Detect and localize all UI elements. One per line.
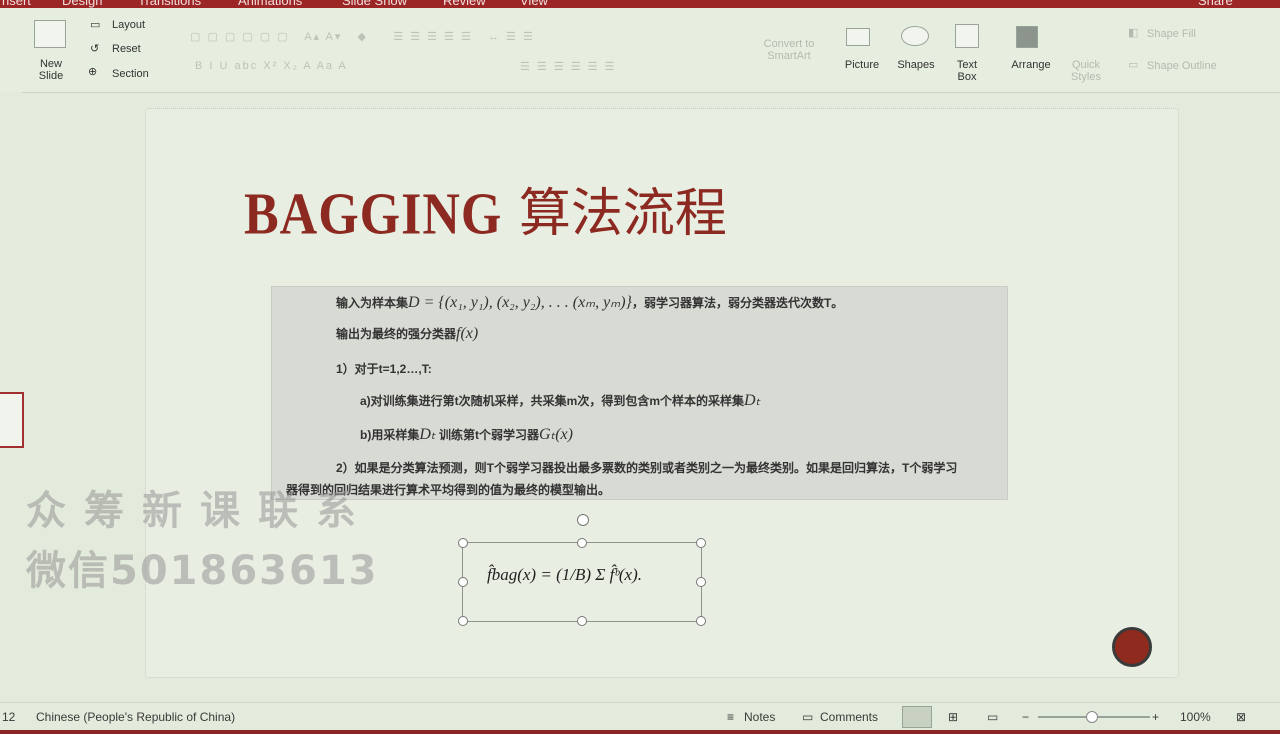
menu-design[interactable]: Design <box>62 0 102 8</box>
section-icon: ⊕ <box>88 66 98 78</box>
text-box-button[interactable]: Text Box <box>944 59 990 83</box>
section-button[interactable]: Section <box>112 68 149 80</box>
resize-handle[interactable] <box>696 538 706 548</box>
watermark-line-1: 众筹新课联系 <box>26 488 374 534</box>
resize-handle[interactable] <box>696 616 706 626</box>
text-box-icon[interactable] <box>955 24 979 48</box>
algorithm-textbox[interactable]: 输入为样本集D = {(x₁, y₁), (x₂, y₂), . . . (xₘ… <box>271 286 1008 500</box>
slide-title[interactable]: BAGGING 算法流程 <box>244 171 727 248</box>
shape-fill-button[interactable]: Shape Fill <box>1147 28 1196 40</box>
arrange-icon[interactable] <box>1016 26 1038 48</box>
title-latin: BAGGING <box>244 181 503 248</box>
menu-review[interactable]: Review <box>443 0 486 8</box>
menu-insert[interactable]: nsert <box>2 0 31 8</box>
step-1-line: 1）对于t=1,2…,T: <box>336 362 432 376</box>
layout-button[interactable]: Layout <box>112 19 145 31</box>
language-indicator[interactable]: Chinese (People's Republic of China) <box>36 710 235 724</box>
reset-icon: ↺ <box>90 43 100 55</box>
normal-view-button[interactable] <box>902 706 932 728</box>
convert-smartart-button[interactable]: Convert to SmartArt <box>752 38 826 62</box>
zoom-slider-thumb[interactable] <box>1086 711 1098 723</box>
ribbon: New Slide ▭ Layout ↺ Reset ⊕ Section ▢ ▢… <box>0 8 1280 93</box>
format-row: B I U abc X² X₂ A Aa A <box>195 60 348 72</box>
arrange-button[interactable]: Arrange <box>1006 59 1056 71</box>
watermark-line-2: 微信501863613 <box>26 548 379 594</box>
share-button[interactable]: Share <box>1198 0 1233 8</box>
step-2-line: 2）如果是分类算法预测，则T个弱学习器投出最多票数的类别或者类别之一为最终类别。… <box>336 461 958 475</box>
notes-icon[interactable]: ≡ <box>727 710 734 724</box>
menu-view[interactable]: View <box>520 0 548 8</box>
resize-handle[interactable] <box>577 616 587 626</box>
layout-icon: ▭ <box>90 19 101 31</box>
new-slide-icon[interactable] <box>34 20 66 48</box>
rotate-handle[interactable] <box>577 514 589 526</box>
slide-thumbnail-selected[interactable] <box>0 392 24 448</box>
resize-handle[interactable] <box>458 616 468 626</box>
resize-handle[interactable] <box>458 538 468 548</box>
shape-outline-icon: ▭ <box>1128 59 1139 71</box>
menu-transitions[interactable]: Transitions <box>138 0 201 8</box>
output-line: 输出为最终的强分类器f(x) <box>336 325 479 342</box>
menu-slide-show[interactable]: Slide Show <box>342 0 407 8</box>
picture-button[interactable]: Picture <box>838 59 886 71</box>
step-1b-line: b)用采样集Dₜ 训练第t个弱学习器Gₜ(x) <box>360 426 573 443</box>
shapes-icon[interactable] <box>901 26 929 46</box>
comments-button[interactable]: Comments <box>820 710 878 724</box>
resize-handle[interactable] <box>458 577 468 587</box>
resize-handle[interactable] <box>577 538 587 548</box>
menu-animations[interactable]: Animations <box>238 0 302 8</box>
picture-icon[interactable] <box>846 28 870 46</box>
paragraph-row: ☰ ☰ ☰ ☰ ☰ ☰ <box>520 61 617 73</box>
bagging-formula: f̂bag(x) = (1/B) Σ f̂ᵇ(x). <box>487 565 643 584</box>
reading-view-icon[interactable]: ▭ <box>987 710 998 724</box>
shape-fill-icon: ◧ <box>1128 27 1139 39</box>
new-slide-button[interactable]: New Slide <box>30 58 72 82</box>
quick-styles-button[interactable]: Quick Styles <box>1064 59 1108 83</box>
step-1a-line: a)对训练集进行第t次随机采样，共采集m次，得到包含m个样本的采样集Dₜ <box>360 392 761 409</box>
input-line: 输入为样本集D = {(x₁, y₁), (x₂, y₂), . . . (xₘ… <box>336 294 844 311</box>
comments-icon[interactable]: ▭ <box>802 710 813 724</box>
fit-window-icon[interactable]: ⊠ <box>1236 710 1246 724</box>
menu-bar: nsert Design Transitions Animations Slid… <box>0 0 1280 8</box>
slide-number: 12 <box>2 710 16 724</box>
resize-handle[interactable] <box>696 577 706 587</box>
notes-button[interactable]: Notes <box>744 710 775 724</box>
record-button[interactable] <box>1112 627 1152 667</box>
slide-thumbnail-strip <box>0 92 24 702</box>
window-bottom-edge <box>0 730 1280 734</box>
shapes-button[interactable]: Shapes <box>892 59 940 71</box>
zoom-level: 100% <box>1180 710 1211 724</box>
shape-outline-button[interactable]: Shape Outline <box>1147 60 1217 72</box>
formula-image[interactable]: f̂bag(x) = (1/B) Σ f̂ᵇ(x). <box>458 538 706 626</box>
title-cjk: 算法流程 <box>518 184 727 244</box>
zoom-out-icon[interactable]: − <box>1022 710 1029 724</box>
status-bar: 12 Chinese (People's Republic of China) … <box>0 702 1280 731</box>
font-controls-row: ▢ ▢ ▢ ▢ ▢ ▢ A▴ A▾ ◆ ☰ ☰ ☰ ☰ ☰ ↔ ☰ ☰ <box>190 31 535 43</box>
zoom-in-icon[interactable]: + <box>1152 710 1159 724</box>
slide-sorter-icon[interactable]: ⊞ <box>948 710 958 724</box>
reset-button[interactable]: Reset <box>112 43 141 55</box>
